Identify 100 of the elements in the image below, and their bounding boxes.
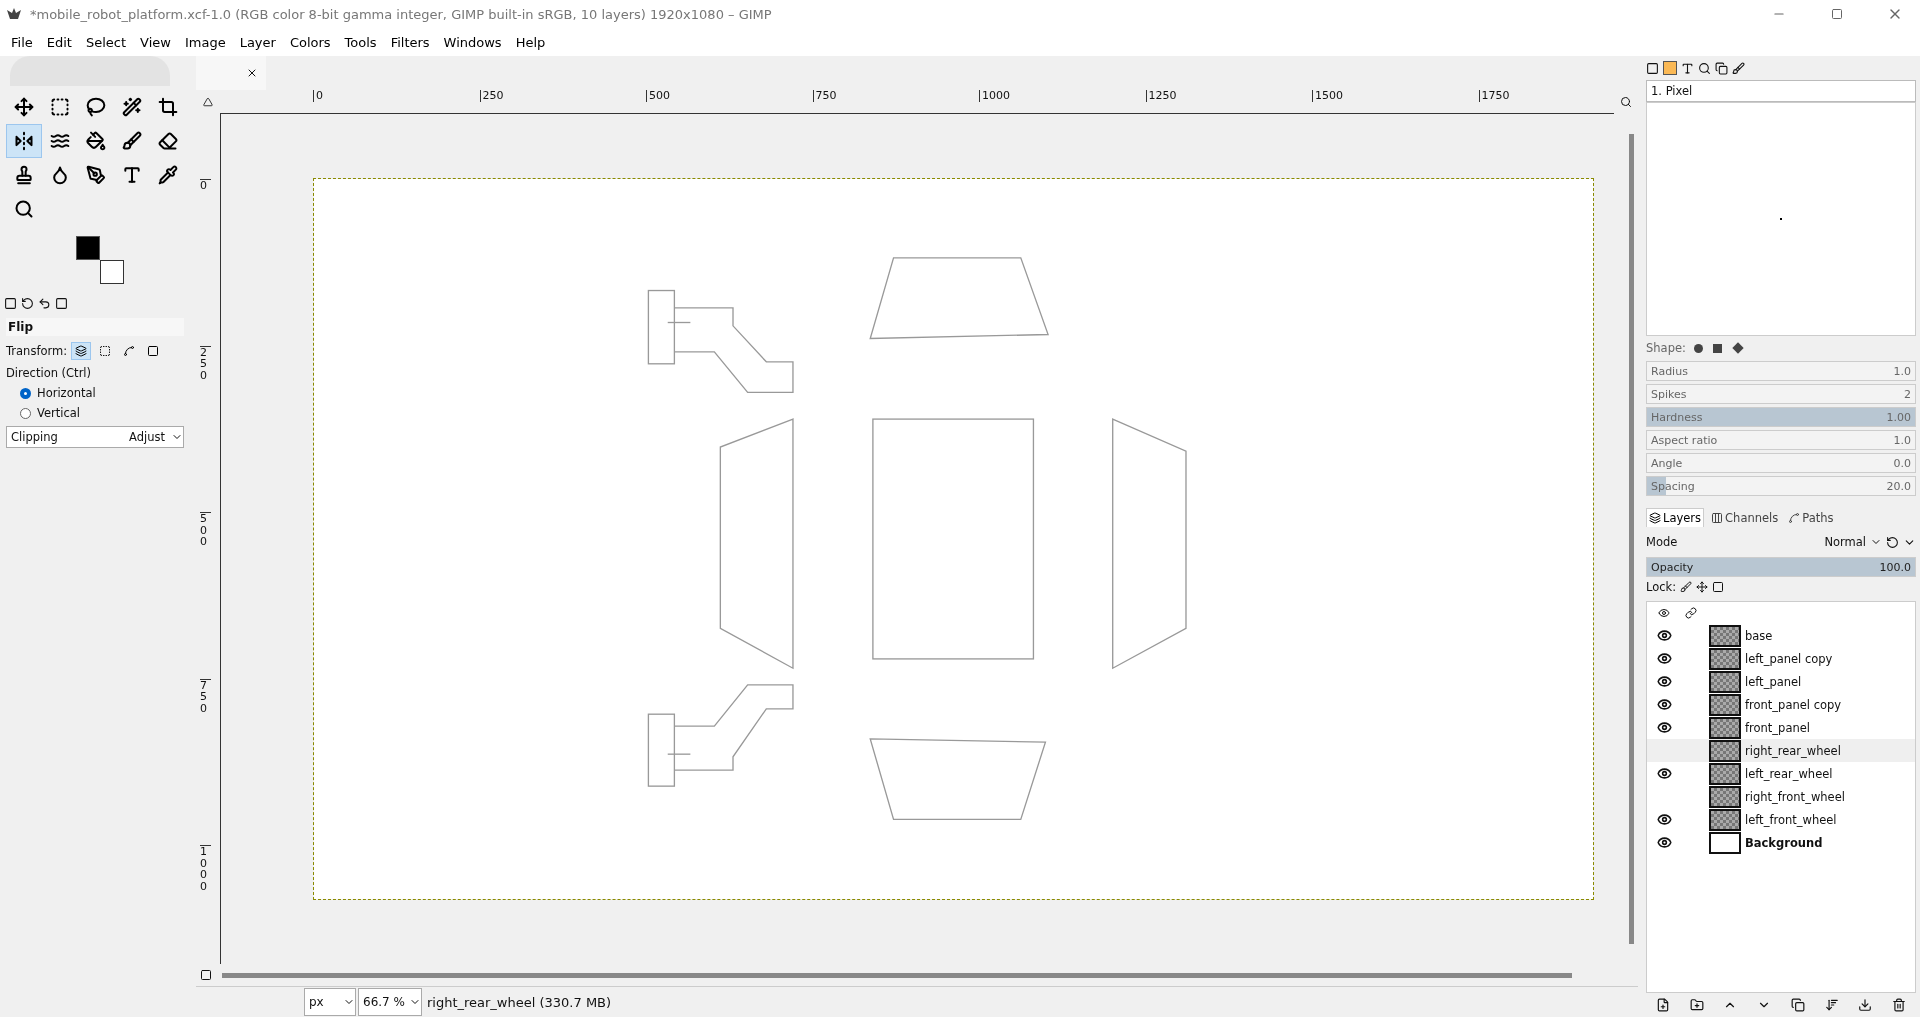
diamond-shape-icon[interactable] [1732, 342, 1744, 354]
brush-name-field[interactable]: 1. Pixel [1646, 80, 1916, 102]
layer-row[interactable]: front_panel [1647, 716, 1915, 739]
layer-name: Background [1745, 835, 1823, 850]
folder-icon[interactable] [1689, 998, 1704, 1012]
menu-item[interactable]: Windows [436, 31, 509, 53]
foreground-color-swatch[interactable] [76, 236, 100, 260]
eye-icon[interactable] [1656, 835, 1672, 850]
status-text: right_rear_wheel (330.7 MB) [426, 994, 612, 1010]
merge-icon[interactable] [1824, 998, 1839, 1012]
pen-tool-icon [86, 165, 106, 185]
layer-name: front_panel copy [1745, 697, 1842, 712]
search-icon [14, 199, 34, 219]
menu-item[interactable]: Edit [39, 31, 79, 53]
layer-row[interactable]: left_panel [1647, 670, 1915, 693]
menu-item[interactable]: View [133, 31, 178, 53]
new-layer-icon[interactable] [1655, 998, 1670, 1012]
stamp-icon [14, 165, 34, 185]
crop-icon [158, 97, 178, 117]
eye-icon[interactable] [1656, 720, 1672, 735]
panel-tab[interactable]: Channels [1708, 507, 1782, 527]
zoom-dropdown[interactable]: 66.7 % [358, 988, 422, 1016]
brush-slider[interactable]: Aspect ratio 1.0 [1646, 430, 1916, 450]
ruler-label: 250 [479, 90, 504, 102]
eye-icon[interactable] [1656, 766, 1672, 781]
text-icon [122, 165, 142, 185]
move-lock-icon [1696, 581, 1709, 593]
layer-row[interactable]: Background [1647, 831, 1915, 854]
pattern-tab-icon[interactable] [1663, 61, 1677, 75]
layers-icon [1649, 511, 1661, 524]
pipette-icon [158, 165, 178, 185]
undo-icon [38, 296, 51, 310]
panel-tab[interactable]: Layers [1646, 507, 1705, 527]
menu-item[interactable]: Select [78, 31, 134, 53]
document-icon [1715, 61, 1728, 75]
unit-dropdown[interactable]: px [304, 988, 356, 1016]
wand-icon [122, 97, 142, 117]
layer-icon [75, 345, 88, 357]
background-color-swatch[interactable] [100, 260, 124, 284]
brush-lock-icon [1680, 581, 1693, 593]
menu-item[interactable]: Tools [337, 31, 384, 53]
duplicate-icon[interactable] [1790, 998, 1805, 1012]
chain-icon [1685, 607, 1697, 619]
direction-radio[interactable]: Vertical [6, 406, 184, 420]
panel-tab[interactable]: Paths [1785, 507, 1837, 527]
tool-options-title: Flip [6, 318, 184, 336]
lasso-icon [86, 97, 106, 117]
layer-row[interactable]: left_front_wheel [1647, 808, 1915, 831]
layer-row[interactable]: right_front_wheel [1647, 785, 1915, 808]
navigate-icon [1620, 96, 1632, 108]
lock-label: Lock: [1646, 580, 1677, 594]
layer-name: base [1745, 628, 1773, 643]
eye-icon[interactable] [1656, 812, 1672, 827]
brush-icon [122, 131, 142, 151]
eye-icon[interactable] [1656, 697, 1672, 712]
brush-slider[interactable]: Angle 0.0 [1646, 453, 1916, 473]
opacity-slider[interactable]: Opacity 100.0 [1646, 557, 1916, 577]
ruler-label: 1000 [200, 845, 211, 893]
brush-slider[interactable]: Spikes 2 [1646, 384, 1916, 404]
ruler-label: 750 [812, 90, 837, 102]
eye-icon[interactable] [1656, 628, 1672, 643]
square-shape-icon[interactable] [1712, 343, 1722, 353]
layer-row[interactable]: left_panel copy [1647, 647, 1915, 670]
channels-icon [1711, 511, 1724, 524]
selection-icon [99, 345, 112, 357]
tool-button[interactable] [6, 124, 42, 158]
transform-mode-button[interactable] [71, 342, 92, 360]
brush-slider[interactable]: Spacing 20.0 [1646, 476, 1916, 496]
direction-label: Direction (Ctrl) [6, 366, 93, 380]
mode-dropdown[interactable]: Normal [1824, 532, 1882, 552]
circle-shape-icon[interactable] [1693, 343, 1703, 353]
scrollbar-thumb[interactable] [222, 972, 1572, 978]
menu-item[interactable]: Layer [232, 31, 283, 53]
menu-item[interactable]: Colors [282, 31, 338, 53]
brush-slider[interactable]: Radius 1.0 [1646, 361, 1916, 381]
bucket-icon [86, 131, 106, 151]
delete-icon[interactable] [1892, 998, 1907, 1012]
layer-row[interactable]: right_rear_wheel [1647, 739, 1915, 762]
layer-name: left_rear_wheel [1745, 766, 1833, 781]
clipping-dropdown[interactable]: Clipping Adjust [6, 426, 184, 448]
layer-row[interactable]: base [1647, 624, 1915, 647]
ruler-label: 1500 [1312, 90, 1343, 102]
eraser-icon [158, 131, 178, 151]
menu-item[interactable]: File [4, 31, 40, 53]
flip-icon [14, 131, 34, 151]
menu-item[interactable]: Help [508, 31, 553, 53]
wave-icon [50, 131, 70, 151]
layer-row[interactable]: left_rear_wheel [1647, 762, 1915, 785]
font-tab-icon [1681, 61, 1694, 75]
ruler-label: 500 [646, 90, 670, 102]
menu-item[interactable]: Filters [383, 31, 437, 53]
menu-item[interactable]: Image [177, 31, 233, 53]
path-icon [123, 345, 136, 357]
eye-icon[interactable] [1656, 674, 1672, 689]
scrollbar-thumb[interactable] [1628, 134, 1634, 944]
eye-icon[interactable] [1656, 651, 1672, 666]
layer-row[interactable]: front_panel copy [1647, 693, 1915, 716]
shape-label: Shape: [1646, 341, 1686, 355]
direction-radio[interactable]: Horizontal [6, 386, 184, 400]
ruler-label: 1250 [1145, 90, 1177, 102]
